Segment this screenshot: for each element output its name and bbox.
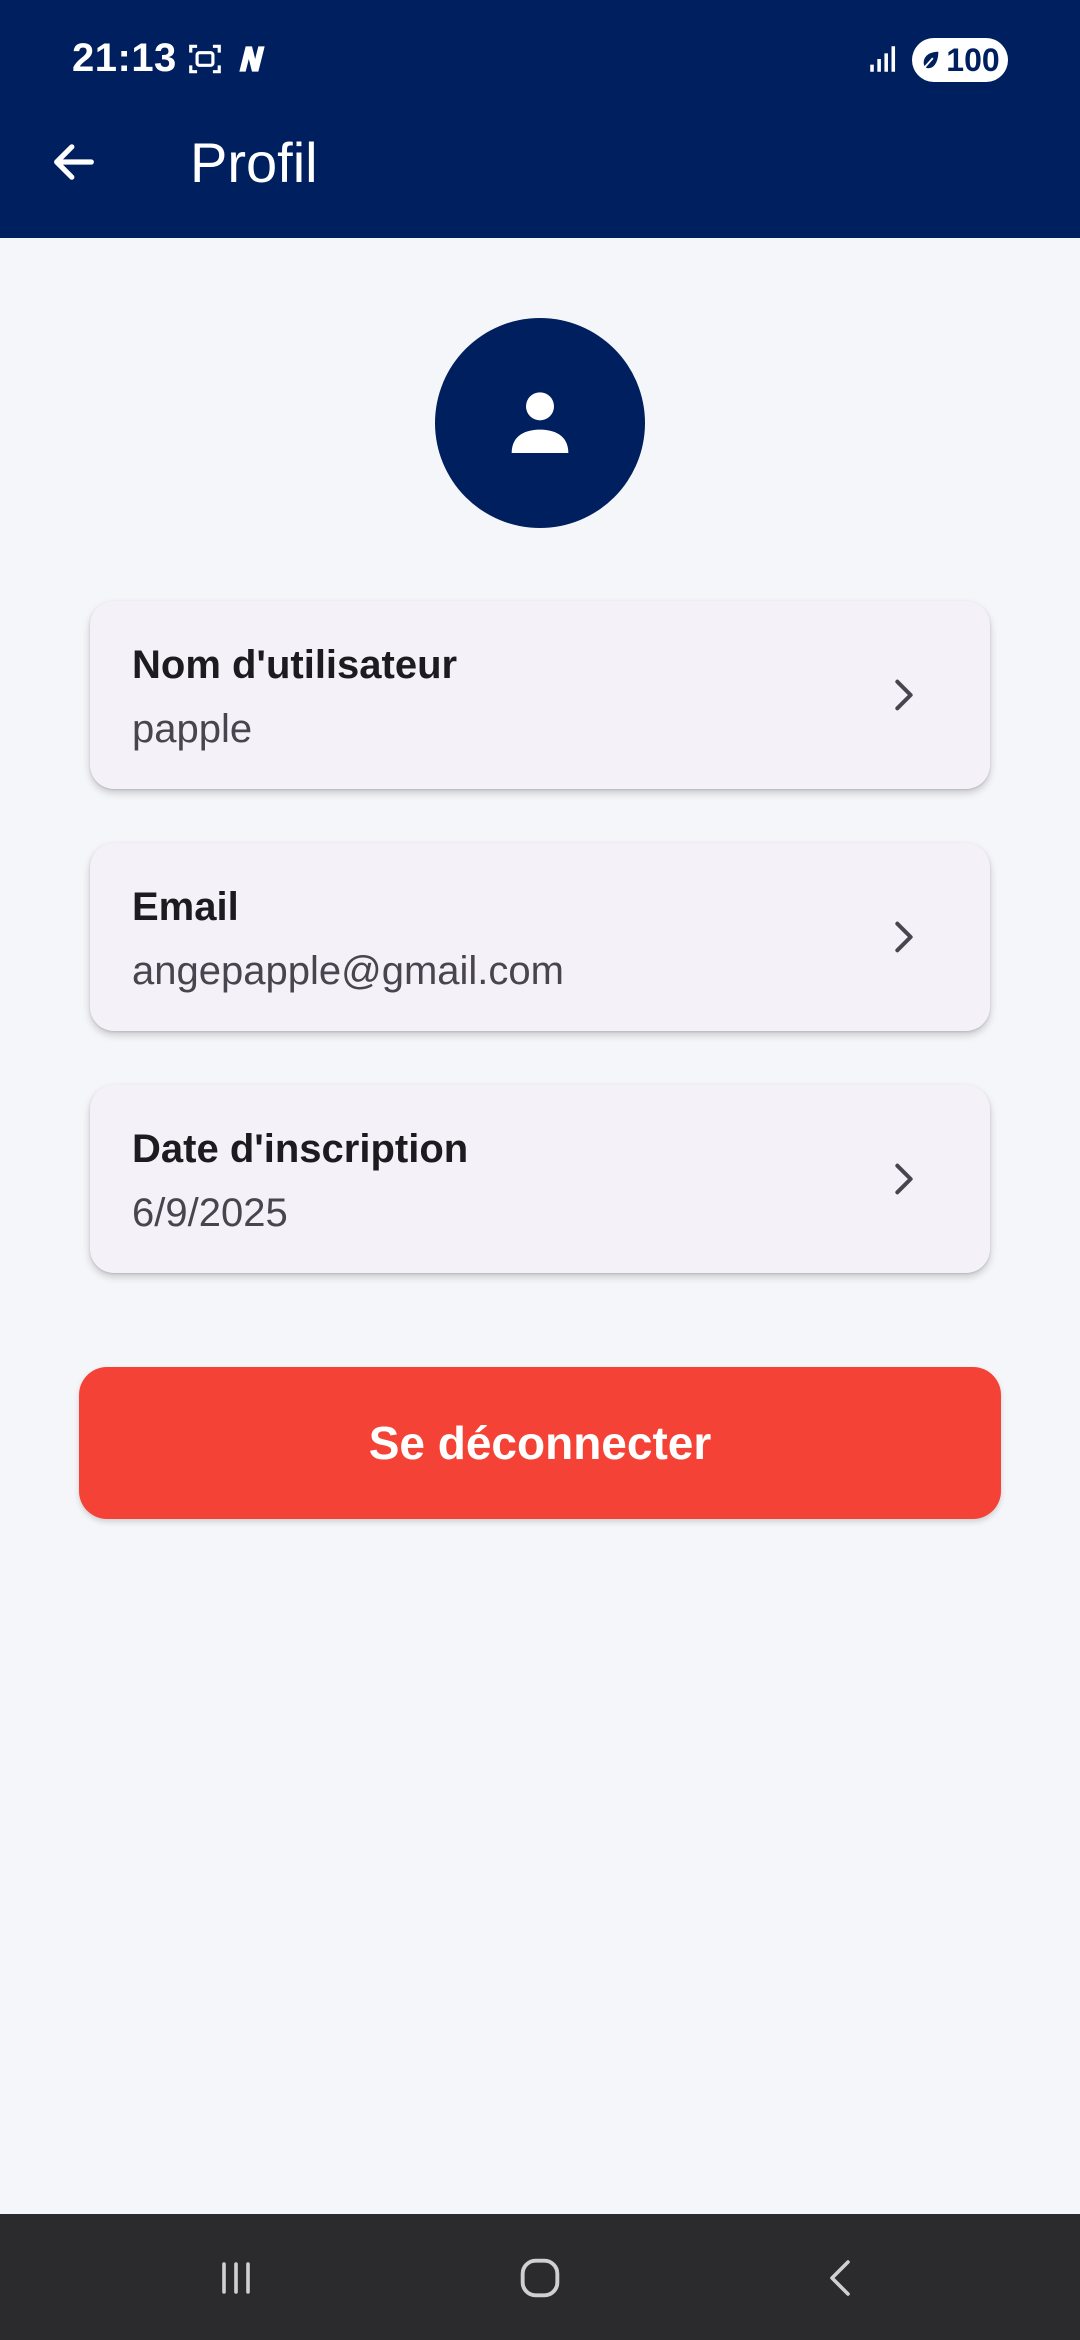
recents-icon xyxy=(222,2262,250,2294)
profile-screen: 21:13 100 Profil Nom d'utilisateur pappl… xyxy=(0,0,1080,2340)
status-time: 21:13 xyxy=(72,36,177,80)
home-icon xyxy=(520,2258,560,2298)
chevron-right-icon xyxy=(895,921,913,953)
signup-date-label: Date d'inscription xyxy=(132,1127,469,1171)
screenshot-icon xyxy=(189,44,221,74)
username-card[interactable]: Nom d'utilisateur papple xyxy=(90,601,990,789)
battery-saver-icon xyxy=(923,51,939,69)
logout-button[interactable]: Se déconnecter xyxy=(79,1367,1001,1519)
username-value: papple xyxy=(132,707,253,751)
battery-indicator: 100 xyxy=(912,38,1008,82)
battery-level: 100 xyxy=(946,41,1000,78)
home-button[interactable] xyxy=(500,2238,580,2318)
n-app-icon xyxy=(239,46,265,72)
nav-back-button[interactable] xyxy=(802,2238,882,2318)
arrow-left-icon xyxy=(54,144,94,180)
system-nav-bar xyxy=(0,2214,1080,2340)
back-button[interactable] xyxy=(40,128,108,196)
username-label: Nom d'utilisateur xyxy=(132,643,458,687)
signal-icon xyxy=(870,46,896,72)
email-card[interactable]: Email angepapple@gmail.com xyxy=(90,843,990,1031)
signup-date-card[interactable]: Date d'inscription 6/9/2025 xyxy=(90,1085,990,1273)
back-icon xyxy=(830,2260,850,2296)
app-header: 21:13 100 Profil xyxy=(0,0,1080,238)
chevron-right-icon xyxy=(895,1163,913,1195)
recents-button[interactable] xyxy=(196,2238,276,2318)
chevron-right-icon xyxy=(895,679,913,711)
signup-date-value: 6/9/2025 xyxy=(132,1191,288,1235)
page-title: Profil xyxy=(190,131,318,194)
email-label: Email xyxy=(132,885,239,929)
email-value: angepapple@gmail.com xyxy=(132,949,564,993)
person-icon xyxy=(511,392,569,453)
avatar xyxy=(435,318,645,528)
